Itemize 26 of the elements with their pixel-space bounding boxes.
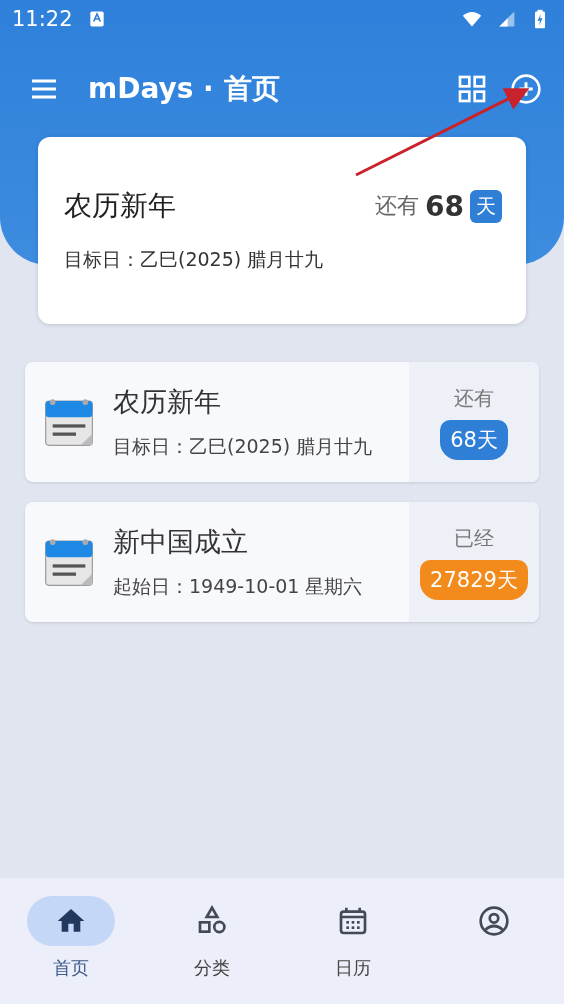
signal-icon — [496, 9, 516, 29]
count-label: 已经 — [454, 524, 494, 552]
event-card[interactable]: 农历新年 目标日：乙巳(2025) 腊月廿九 还有 68天 — [25, 362, 539, 482]
nav-tab[interactable]: 分类 — [141, 896, 282, 980]
countdown-label: 还有 — [375, 192, 420, 220]
event-title: 新中国成立 — [113, 525, 249, 559]
target-date: 目标日：乙巳(2025) 腊月廿九 — [64, 247, 325, 272]
days-unit-badge: 天 — [470, 189, 502, 223]
nav-tab[interactable]: 日历 — [282, 896, 423, 980]
days-badge: 68天 — [440, 419, 508, 460]
clock: 11:22 — [12, 7, 73, 31]
grid-view-icon[interactable] — [456, 73, 488, 105]
wifi-icon — [462, 9, 482, 29]
app-title: mDays · 首页 — [88, 71, 280, 107]
days-badge: 27829天 — [420, 559, 528, 600]
event-title: 农历新年 — [113, 385, 222, 419]
event-card[interactable]: 新中国成立 起始日：1949-10-01 星期六 已经 27829天 — [25, 502, 539, 622]
countdown-card[interactable]: 农历新年 还有 68 天 目标日：乙巳(2025) 腊月廿九 — [38, 137, 526, 324]
event-date: 起始日：1949-10-01 星期六 — [113, 574, 364, 599]
days-count: 68 — [425, 189, 464, 223]
count-label: 还有 — [454, 384, 494, 412]
event-date: 目标日：乙巳(2025) 腊月廿九 — [113, 434, 374, 459]
add-icon[interactable] — [510, 73, 542, 105]
profile-icon — [477, 905, 510, 937]
nav-tab[interactable]: 首页 — [0, 896, 141, 980]
event-title: 农历新年 — [64, 188, 176, 224]
